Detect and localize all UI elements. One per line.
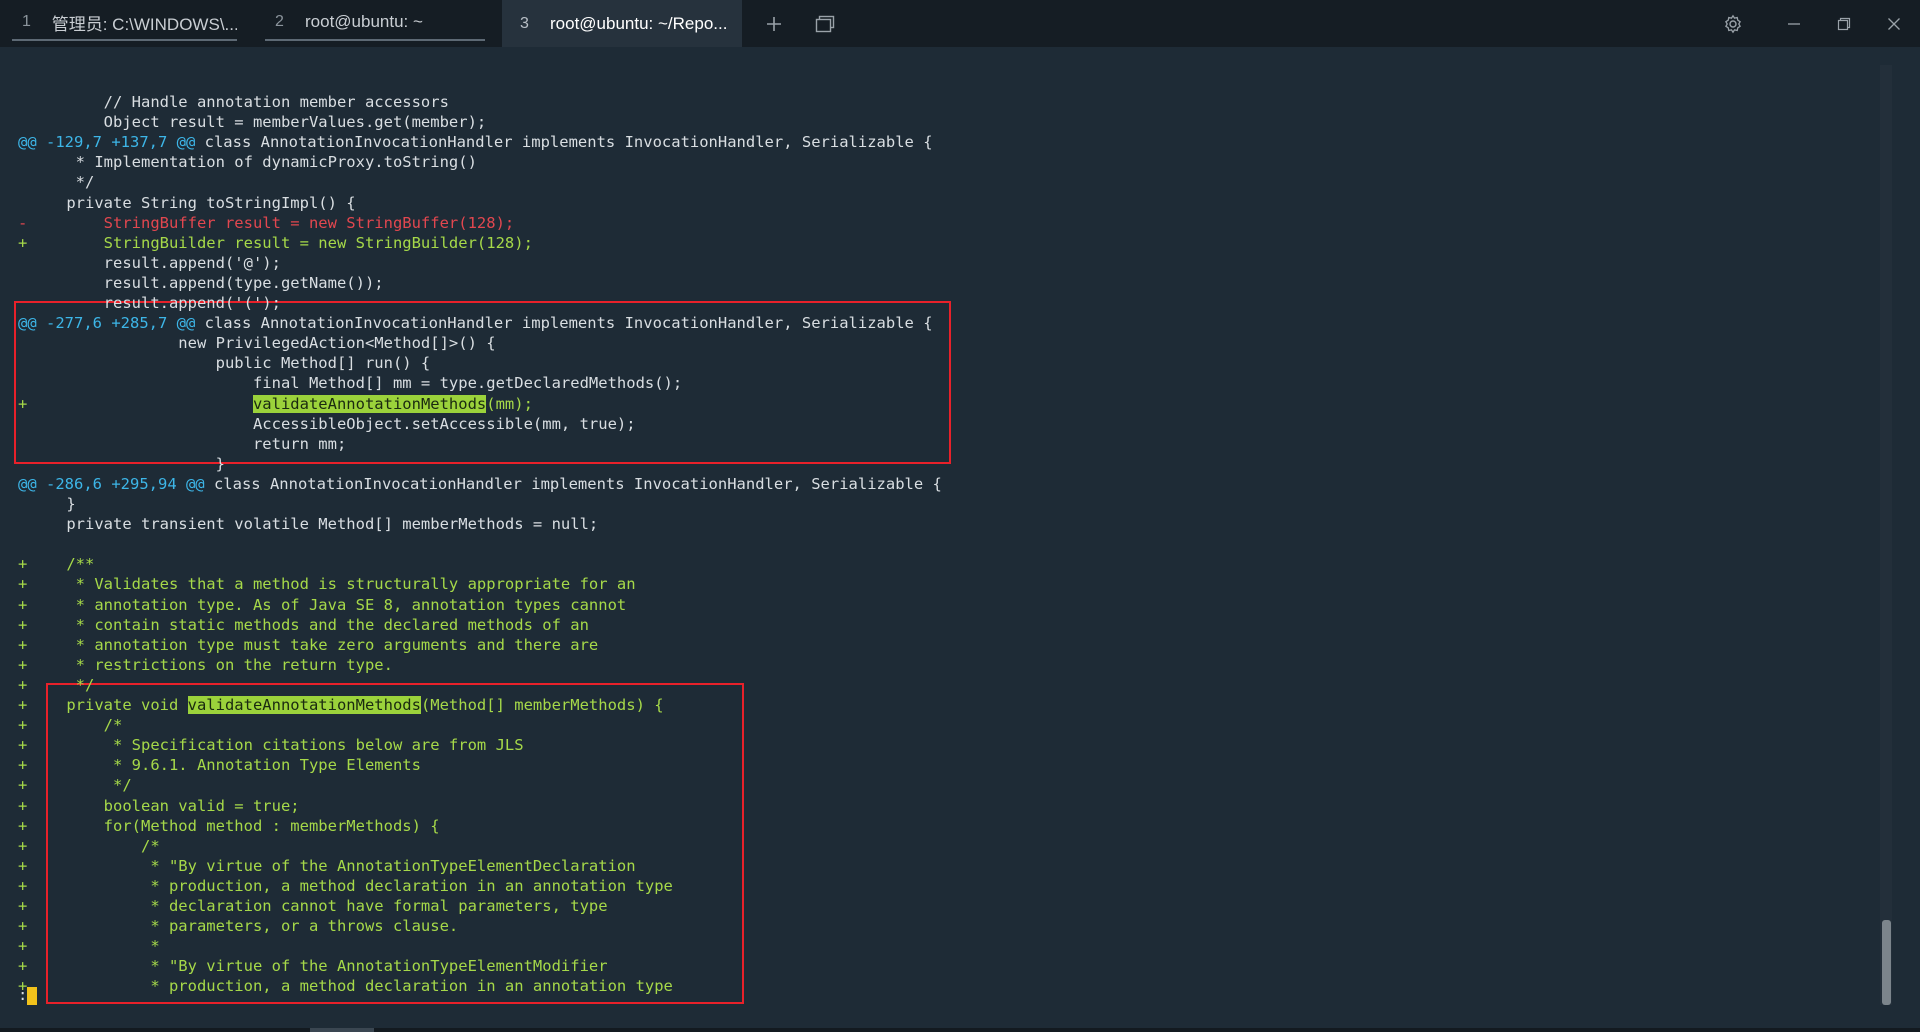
bottom-indicator	[310, 1028, 374, 1032]
code-text: AccessibleObject.setAccessible(mm, true)…	[29, 414, 636, 433]
code-prefix: private void	[29, 696, 188, 714]
hunk-range: -129,7 +137,7 @@	[46, 133, 196, 152]
code-text: * Validates that a method is structurall…	[29, 575, 636, 594]
hunk-header: -277,6 +285,7 @@ class AnnotationInvocat…	[46, 313, 933, 333]
code-text: * restrictions on the return type.	[29, 655, 393, 674]
code-text: validateAnnotationMethods(mm);	[29, 394, 533, 414]
code-suffix: (Method[] memberMethods) {	[420, 696, 664, 714]
hunk-range: -286,6 +295,94 @@	[46, 474, 205, 493]
hunk-context: class AnnotationInvocationHandler implem…	[195, 314, 933, 333]
hunk-header: -129,7 +137,7 @@ class AnnotationInvocat…	[46, 132, 933, 152]
code-text: *	[29, 937, 160, 956]
hunk-context: class AnnotationInvocationHandler implem…	[204, 474, 942, 493]
code-text: private void validateAnnotationMethods(M…	[29, 695, 664, 715]
pager-prompt: :	[18, 986, 28, 1004]
scrollbar-track[interactable]	[1880, 65, 1892, 1005]
window-icon[interactable]	[811, 10, 839, 38]
code-text: * production, a method declaration in an…	[29, 876, 673, 895]
tab-bar: 1 管理员: C:\WINDOWS\... 2 root@ubuntu: ~ 3…	[0, 0, 1920, 47]
code-text: /*	[29, 836, 160, 855]
hunk-context: class AnnotationInvocationHandler implem…	[195, 133, 933, 152]
minimize-icon[interactable]	[1780, 10, 1808, 38]
code-text: * "By virtue of the AnnotationTypeElemen…	[29, 856, 636, 875]
code-text: for(Method method : memberMethods) {	[29, 816, 440, 835]
code-text: * Specification citations below are from…	[29, 736, 524, 755]
code-text: Object result = memberValues.get(member)…	[29, 113, 487, 132]
code-text: * "By virtue of the AnnotationTypeElemen…	[29, 957, 608, 976]
close-icon[interactable]	[1880, 10, 1908, 38]
code-text: /*	[29, 716, 123, 735]
code-text: * parameters, or a throws clause.	[29, 917, 459, 936]
tab-2[interactable]: 2 root@ubuntu: ~	[265, 5, 485, 41]
code-text: * declaration cannot have formal paramet…	[29, 897, 608, 915]
code-prefix	[29, 395, 253, 413]
code-text: * Implementation of dynamicProxy.toStrin…	[29, 153, 477, 172]
search-highlight: validateAnnotationMethods	[187, 696, 421, 714]
code-suffix: (mm);	[486, 394, 533, 413]
code-text: * 9.6.1. Annotation Type Elements	[29, 756, 421, 775]
gear-icon[interactable]	[1719, 10, 1747, 38]
tab-number: 1	[22, 13, 31, 30]
code-text: private String toStringImpl() {	[29, 193, 356, 212]
code-text: * production, a method declaration in an…	[29, 977, 673, 996]
code-text: StringBuffer result = new StringBuffer(1…	[29, 213, 515, 232]
code-text: result.append('(');	[29, 294, 281, 312]
code-text: result.append('@');	[29, 253, 281, 272]
code-text: * contain static methods and the declare…	[29, 615, 589, 634]
code-text: }	[29, 454, 225, 473]
hunk-marker: @@	[18, 314, 37, 333]
code-text: boolean valid = true;	[29, 796, 300, 815]
code-text: StringBuilder result = new StringBuilder…	[29, 233, 533, 252]
code-text: final Method[] mm = type.getDeclaredMeth…	[29, 374, 683, 393]
tab-title: root@ubuntu: ~/Repo...	[550, 13, 728, 33]
terminal-cursor	[27, 987, 37, 1005]
restore-icon[interactable]	[1830, 10, 1858, 38]
scrollbar-thumb[interactable]	[1882, 920, 1891, 1005]
plus-icon[interactable]	[760, 10, 788, 38]
tab-number: 2	[275, 13, 284, 30]
hunk-marker: @@	[18, 474, 37, 493]
code-text: */	[29, 776, 132, 795]
search-highlight: validateAnnotationMethods	[252, 394, 487, 413]
code-text: new PrivilegedAction<Method[]>() {	[29, 334, 496, 353]
code-text: }	[29, 495, 76, 513]
hunk-header: -286,6 +295,94 @@ class AnnotationInvoca…	[46, 474, 942, 494]
tab-1[interactable]: 1 管理员: C:\WINDOWS\...	[12, 5, 237, 41]
code-text: /**	[29, 555, 95, 574]
code-text: */	[29, 675, 95, 694]
hunk-range: -277,6 +285,7 @@	[46, 314, 196, 333]
hunk-marker: @@	[18, 133, 37, 152]
tab-3[interactable]: 3 root@ubuntu: ~/Repo...	[502, 0, 742, 47]
tab-number: 3	[520, 14, 529, 32]
bottom-edge	[0, 1028, 1920, 1032]
tab-title: 管理员: C:\WINDOWS\...	[51, 14, 237, 34]
code-text: // Handle annotation member accessors	[29, 93, 449, 111]
terminal-output[interactable]: // Handle annotation member accessors Ob…	[0, 47, 1920, 1032]
tab-title: root@ubuntu: ~	[305, 12, 423, 31]
code-text: private transient volatile Method[] memb…	[29, 515, 599, 534]
code-text: public Method[] run() {	[29, 354, 431, 373]
code-text: result.append(type.getName());	[29, 273, 384, 292]
code-text: * annotation type. As of Java SE 8, anno…	[29, 595, 627, 614]
code-text: * annotation type must take zero argumen…	[29, 635, 599, 654]
code-text: */	[29, 173, 95, 192]
code-text: return mm;	[29, 434, 347, 453]
